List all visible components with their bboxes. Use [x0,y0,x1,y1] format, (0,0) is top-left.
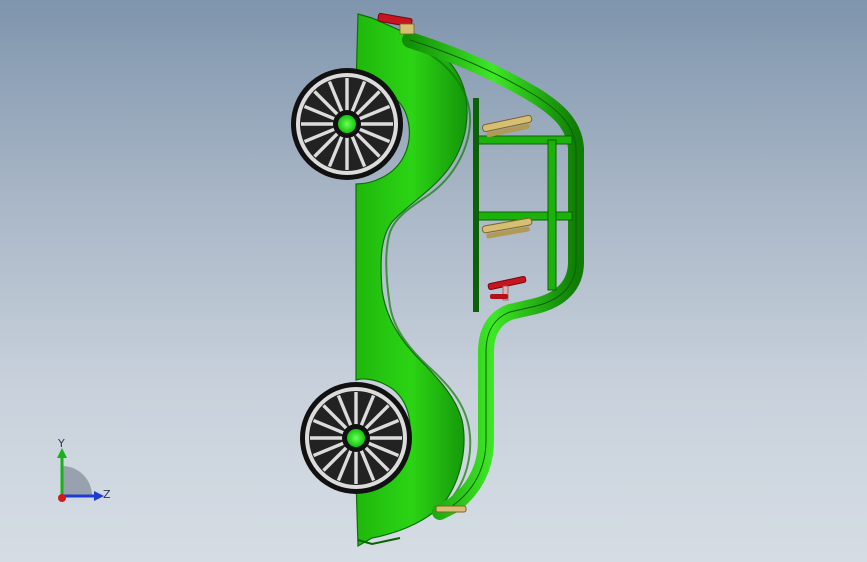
steering-wheel[interactable] [487,275,527,301]
x-axis-icon [58,494,66,502]
axis-triad[interactable]: Y Z [40,438,120,518]
frame-crossbar-1 [473,135,573,145]
wheel-front[interactable] [291,68,403,180]
seat-front[interactable] [481,114,533,138]
car-model[interactable] [0,0,867,562]
seat-bottom [435,505,467,513]
graphics-viewport[interactable]: Y Z [0,0,867,562]
y-axis-label: Y [57,438,65,450]
z-axis-label: Z [103,488,111,501]
wheel-rear[interactable] [300,382,412,494]
seat-rear[interactable] [481,217,533,239]
triad-plane [62,466,92,496]
frame-pillar [547,139,557,291]
